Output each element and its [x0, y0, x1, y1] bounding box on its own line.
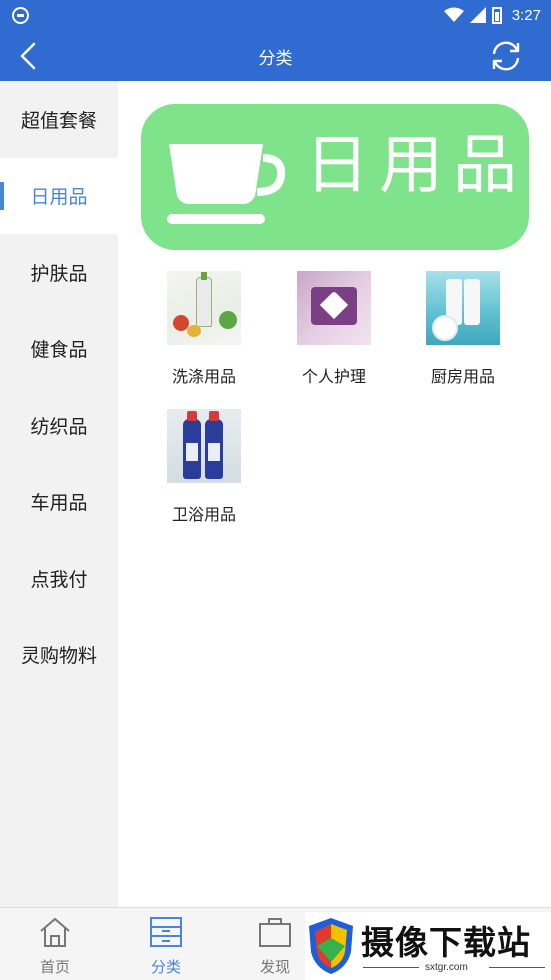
sidebar-item-car-goods[interactable]: 车用品 [0, 464, 118, 541]
sidebar-item-label: 日用品 [30, 186, 88, 209]
subcategory-personal-care[interactable]: 个人护理 [274, 271, 394, 387]
watermark-text: 摄像下载站 [361, 923, 531, 962]
page-title: 分类 [258, 49, 293, 69]
tab-label: 首页 [39, 958, 70, 976]
tab-category[interactable]: 分类 [126, 916, 206, 977]
sidebar-item-textiles[interactable]: 纺织品 [0, 387, 118, 464]
status-indicators: 3:27 [443, 5, 541, 25]
subcategory-label: 洗涤用品 [171, 367, 236, 386]
battery-icon [491, 6, 502, 24]
tab-home[interactable]: 首页 [15, 916, 95, 977]
subcategory-kitchen[interactable]: 厨房用品 [403, 271, 523, 387]
sidebar-item-daily-goods[interactable]: 日用品 [0, 157, 118, 234]
laundry-image [167, 271, 241, 345]
category-sidebar: 超值套餐 日用品 护肤品 健食品 纺织品 车用品 点我付 灵购物料 [0, 81, 118, 907]
category-banner[interactable]: 日用品 [141, 104, 529, 250]
shield-logo-icon [309, 918, 353, 974]
sidebar-item-label: 健食品 [30, 339, 88, 362]
refresh-icon[interactable] [487, 37, 525, 75]
sidebar-item-pay[interactable]: 点我付 [0, 540, 118, 617]
subcategory-laundry[interactable]: 洗涤用品 [144, 271, 264, 387]
watermark-divider [363, 967, 419, 968]
signal-icon [469, 7, 486, 23]
subcategory-bathroom[interactable]: 卫浴用品 [144, 409, 264, 525]
watermark-url: sxtgr.com [425, 962, 468, 973]
tab-discover[interactable]: 发现 [235, 916, 315, 977]
bag-icon [259, 918, 291, 947]
banner-title: 日用品 [305, 129, 527, 203]
category-icon [150, 917, 182, 947]
sidebar-item-label: 灵购物料 [20, 645, 97, 668]
subcategory-label: 卫浴用品 [171, 505, 236, 524]
sidebar-item-label: 超值套餐 [20, 109, 97, 132]
subcategory-label: 个人护理 [301, 367, 366, 386]
sidebar-item-label: 点我付 [30, 568, 88, 591]
status-time: 3:27 [511, 6, 541, 24]
sidebar-item-skincare[interactable]: 护肤品 [0, 234, 118, 311]
sidebar-item-label: 纺织品 [30, 415, 88, 438]
app-notification-icon [12, 7, 29, 24]
status-bar: 3:27 [0, 0, 551, 31]
wifi-icon [443, 7, 464, 22]
sidebar-item-value-packages[interactable]: 超值套餐 [0, 81, 118, 158]
subcategory-label: 厨房用品 [430, 367, 495, 386]
sidebar-item-health-food[interactable]: 健食品 [0, 311, 118, 388]
top-app-bar: 分类 [0, 31, 551, 81]
watermark-divider [489, 967, 545, 968]
sidebar-item-label: 车用品 [30, 492, 88, 515]
category-content: 日用品 洗涤用品 个人护理 厨房用品 卫浴用品 [118, 81, 551, 907]
sidebar-item-label: 护肤品 [30, 262, 88, 285]
personal-care-image [297, 271, 371, 345]
tab-label: 发现 [259, 958, 290, 976]
bathroom-image [167, 409, 241, 483]
watermark: 摄像下载站 sxtgr.com [305, 912, 551, 980]
kitchen-image [426, 271, 500, 345]
cup-icon [167, 144, 286, 224]
tab-label: 分类 [150, 958, 181, 976]
sidebar-item-materials[interactable]: 灵购物料 [0, 617, 118, 694]
home-icon [40, 917, 70, 947]
